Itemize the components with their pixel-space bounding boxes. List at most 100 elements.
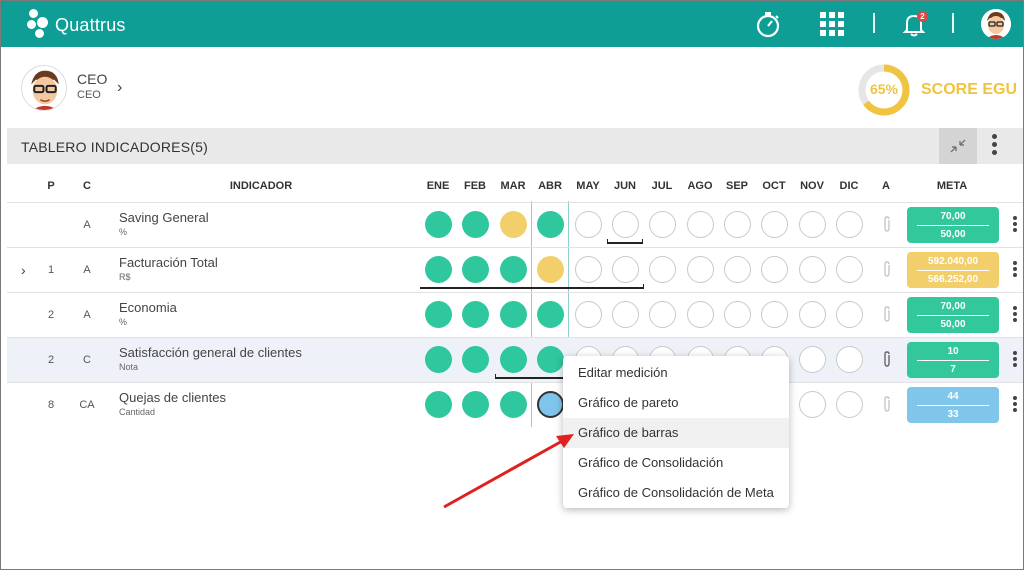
month-status-empty[interactable]: [612, 301, 639, 328]
month-status-empty[interactable]: [724, 301, 751, 328]
stopwatch-icon[interactable]: [753, 9, 783, 39]
indicator-unit: Nota: [119, 362, 139, 372]
month-status-green[interactable]: [462, 391, 489, 418]
cell-c: CA: [79, 399, 95, 411]
meta-box[interactable]: 592.040,00 566.252,00: [907, 252, 999, 288]
bell-icon[interactable]: 2: [899, 9, 929, 39]
menu-item-grafico-pareto[interactable]: Gráfico de pareto: [563, 388, 789, 418]
month-status-green[interactable]: [425, 211, 452, 238]
indicator-name[interactable]: Facturación Total: [119, 255, 218, 270]
month-status-empty[interactable]: [687, 256, 714, 283]
month-status-blue[interactable]: [537, 391, 564, 418]
month-status-green[interactable]: [462, 211, 489, 238]
paperclip-icon[interactable]: [881, 260, 893, 281]
month-status-empty[interactable]: [836, 391, 863, 418]
month-status-green[interactable]: [425, 346, 452, 373]
row-kebab-menu-icon[interactable]: [1013, 306, 1019, 325]
month-status-empty[interactable]: [799, 256, 826, 283]
month-status-empty[interactable]: [761, 256, 788, 283]
month-status-empty[interactable]: [836, 346, 863, 373]
table-row[interactable]: 8 CA Quejas de clientes Cantidad 44 33: [7, 382, 1023, 427]
indicator-name[interactable]: Quejas de clientes: [119, 390, 226, 405]
menu-item-grafico-consolidacion-meta[interactable]: Gráfico de Consolidación de Meta: [563, 478, 789, 508]
app-window: Quattrus 2 CEO CEO › 65% SCORE EGU TABLE…: [0, 0, 1024, 570]
menu-item-grafico-barras[interactable]: Gráfico de barras: [563, 418, 789, 448]
month-status-green[interactable]: [462, 346, 489, 373]
meta-box[interactable]: 70,00 50,00: [907, 297, 999, 333]
month-status-yellow[interactable]: [500, 211, 527, 238]
month-status-empty[interactable]: [761, 211, 788, 238]
month-status-green[interactable]: [500, 391, 527, 418]
meta-target: 44: [947, 391, 959, 402]
col-header-month: JUN: [613, 180, 636, 192]
month-status-green[interactable]: [537, 301, 564, 328]
col-header-c: C: [83, 180, 91, 192]
month-status-empty[interactable]: [649, 211, 676, 238]
paperclip-icon[interactable]: [881, 305, 893, 326]
meta-minimum: 7: [950, 364, 956, 375]
month-status-green[interactable]: [425, 256, 452, 283]
cell-c: A: [83, 264, 91, 276]
range-bracket: [420, 284, 644, 289]
month-status-empty[interactable]: [687, 301, 714, 328]
month-status-empty[interactable]: [799, 391, 826, 418]
menu-item-editar-medicion[interactable]: Editar medición: [563, 358, 789, 388]
month-status-empty[interactable]: [612, 211, 639, 238]
apps-grid-icon[interactable]: [817, 9, 847, 39]
month-status-empty[interactable]: [612, 256, 639, 283]
month-status-green[interactable]: [500, 301, 527, 328]
indicator-name[interactable]: Economia: [119, 300, 177, 315]
month-status-empty[interactable]: [836, 256, 863, 283]
row-kebab-menu-icon[interactable]: [1013, 351, 1019, 370]
month-status-empty[interactable]: [649, 256, 676, 283]
avatar[interactable]: [981, 9, 1011, 39]
row-kebab-menu-icon[interactable]: [1013, 396, 1019, 415]
table-row[interactable]: 2 A Economia% 70,00 50,00: [7, 292, 1023, 337]
kebab-menu-icon[interactable]: [992, 134, 998, 158]
meta-target: 70,00: [940, 301, 966, 312]
col-header-a: A: [882, 180, 890, 192]
table-row[interactable]: A Saving General% 70,00 50,00: [7, 202, 1023, 247]
month-status-empty[interactable]: [836, 211, 863, 238]
month-status-empty[interactable]: [724, 211, 751, 238]
month-status-green[interactable]: [462, 301, 489, 328]
month-status-empty[interactable]: [575, 256, 602, 283]
profile-avatar[interactable]: [21, 65, 67, 111]
month-status-empty[interactable]: [799, 346, 826, 373]
meta-box[interactable]: 44 33: [907, 387, 999, 423]
indicator-unit: Cantidad: [119, 407, 156, 417]
month-status-empty[interactable]: [799, 211, 826, 238]
month-status-empty[interactable]: [575, 301, 602, 328]
month-status-green[interactable]: [425, 391, 452, 418]
month-status-green[interactable]: [425, 301, 452, 328]
month-status-green[interactable]: [462, 256, 489, 283]
paperclip-icon[interactable]: [881, 350, 893, 371]
month-status-green[interactable]: [537, 211, 564, 238]
indicator-name[interactable]: Satisfacción general de clientes: [119, 345, 302, 360]
month-status-green[interactable]: [537, 346, 564, 373]
month-status-empty[interactable]: [799, 301, 826, 328]
meta-box[interactable]: 10 7: [907, 342, 999, 378]
col-header-month: AGO: [687, 180, 713, 192]
month-status-yellow[interactable]: [537, 256, 564, 283]
month-status-empty[interactable]: [836, 301, 863, 328]
month-status-empty[interactable]: [649, 301, 676, 328]
paperclip-icon[interactable]: [881, 215, 893, 236]
collapse-icon[interactable]: [939, 128, 977, 164]
month-status-green[interactable]: [500, 346, 527, 373]
indicator-name[interactable]: Saving General: [119, 210, 209, 225]
paperclip-icon[interactable]: [881, 395, 893, 416]
notification-badge: 2: [917, 11, 928, 22]
month-status-green[interactable]: [500, 256, 527, 283]
expand-row-icon[interactable]: ›: [21, 262, 26, 278]
meta-box[interactable]: 70,00 50,00: [907, 207, 999, 243]
month-status-empty[interactable]: [724, 256, 751, 283]
col-header-month: DIC: [839, 180, 859, 192]
month-status-empty[interactable]: [575, 211, 602, 238]
menu-item-grafico-consolidacion[interactable]: Gráfico de Consolidación: [563, 448, 789, 478]
row-kebab-menu-icon[interactable]: [1013, 216, 1019, 235]
row-kebab-menu-icon[interactable]: [1013, 261, 1019, 280]
month-status-empty[interactable]: [687, 211, 714, 238]
month-status-empty[interactable]: [761, 301, 788, 328]
chevron-right-icon[interactable]: ›: [117, 79, 122, 97]
